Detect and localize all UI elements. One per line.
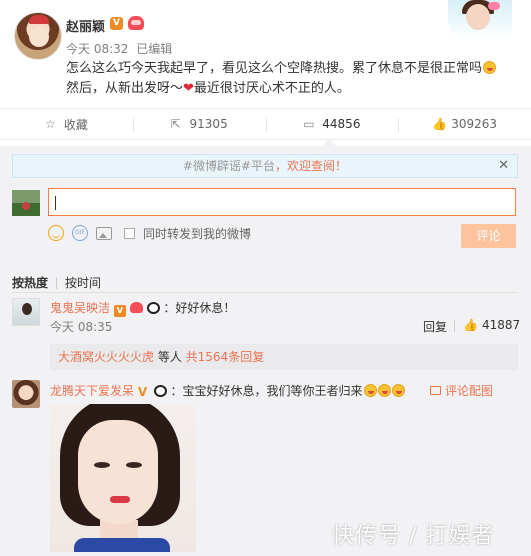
comment-2-image-link[interactable]: 评论配图 [430,382,493,399]
post-content: 怎么这么巧今天我起早了，看见这么个空降热搜。累了休息不是很正常吗 然后，从新出发… [66,59,518,99]
text-cursor [55,195,56,210]
also-repost-label[interactable]: 同时转发到我的微博 [143,225,251,242]
photo-face [78,420,158,524]
comment-sort-tabs: 按热度 按时间 [12,274,101,291]
sort-by-time[interactable]: 按时间 [65,274,101,291]
current-user-avatar[interactable] [12,190,40,216]
comment-input[interactable] [48,188,516,216]
heart-icon: ❤ [183,81,194,96]
weibo-post: 赵丽颖 V 今天 08:32 已编辑 怎么这么巧今天我起早了，看见这么个空降热搜… [0,0,531,108]
edited-label[interactable]: 已编辑 [136,42,172,56]
kiss-emoji-icon [377,384,391,397]
avatar-face [29,27,49,47]
comment-2-image-label: 评论配图 [445,384,494,398]
post-meta: 今天 08:32 已编辑 [66,40,172,57]
composer-toolbar: GIF 同时转发到我的微博 [48,224,251,242]
repost-button[interactable]: ⇱ 91305 [132,109,266,139]
favorite-label: 收藏 [63,117,88,132]
picture-icon [430,386,441,395]
kiss-emoji-icon [363,384,377,397]
kiss-emoji-icon [391,384,405,397]
sort-divider [56,276,58,289]
sub-reply-author[interactable]: 大酒窝火火火火虎 [58,350,154,364]
photo-collar [74,538,170,552]
member-crown-icon [128,16,144,30]
corner-decoration-avatar [448,0,512,40]
photo-eye [94,462,110,468]
comment-tab-caret [322,139,336,146]
comment-1-like-count: 41887 [481,318,521,332]
submit-comment-button[interactable]: 评论 [461,224,516,248]
commenter-avatar-1[interactable] [12,298,40,326]
post-text-line1: 怎么这么巧今天我起早了，看见这么个空降热搜。累了休息不是很正常吗 [66,61,483,76]
comment-2-text: ：宝宝好好休息，我们等你王者归来 [170,384,363,398]
author-avatar[interactable] [14,12,62,60]
panda-badge-icon [153,385,167,397]
repost-icon: ⇱ [170,117,181,131]
gif-icon[interactable]: GIF [72,225,88,241]
verified-icon: V [110,17,123,30]
also-repost-checkbox[interactable] [124,227,135,239]
comment-1-time: 今天 08:35 [50,320,113,334]
comment-1-reply-button[interactable]: 回复 [423,318,447,335]
corner-avatar-bow [488,2,500,10]
comment-icon: ▭ [303,117,315,131]
verified-icon: V [137,385,148,399]
watermark: 快传号 / 打娱者 [332,524,495,549]
tired-emoji-icon [483,61,497,74]
sub-reply-count[interactable]: 共1564条回复 [186,350,265,364]
sub-replies-summary[interactable]: 大酒窝火火火火虎 等人 共1564条回复 [50,344,518,370]
comment-section: #微博辟谣#平台，欢迎查阅！ ✕ GIF 同时转发到我的微博 评论 按热度 按时… [0,146,531,556]
post-text-line2a: 然后，从新出发呀～ [66,81,184,96]
comment-button[interactable]: ▭ 44856 [265,109,399,139]
repost-count: 91305 [189,117,228,131]
sort-divider-line [12,292,518,293]
comment-count: 44856 [322,117,361,131]
avatar-hat [29,15,49,24]
photo-lips [110,496,130,503]
member-crown-icon [129,302,143,313]
notice-tag[interactable]: #微博辟谣#平台 [183,159,275,173]
like-button[interactable]: 👍 309263 [398,109,531,139]
close-icon[interactable]: ✕ [498,155,509,177]
post-time[interactable]: 今天 08:32 [66,42,128,56]
thumbs-up-icon: 👍 [432,117,448,131]
comment-1-text: ：好好休息！ [163,301,236,315]
author-name[interactable]: 赵丽颖 [66,16,105,35]
comment-attached-photo[interactable] [50,404,196,552]
comment-1-author: 鬼鬼吴映洁 V ：好好休息！ [50,299,235,317]
notice-text: ，欢迎查阅！ [275,159,348,173]
rumor-notice-banner: #微博辟谣#平台，欢迎查阅！ ✕ [12,154,518,178]
favorite-button[interactable]: ☆ 收藏 [0,109,133,139]
sort-by-hot[interactable]: 按热度 [12,274,48,291]
post-text-line2b: 最近很讨厌心术不正的人。 [193,81,350,96]
post-action-bar: ☆ 收藏 ⇱ 91305 ▭ 44856 👍 309263 [0,108,531,140]
comment-1-action-divider [454,320,455,332]
star-icon: ☆ [44,117,56,131]
panda-badge-icon [146,302,160,314]
comment-2-author: 龙腾天下爱发呆 V ：宝宝好好休息，我们等你王者归来 [50,382,405,399]
thumbs-up-icon: 👍 [463,318,478,332]
comment-1-author-name[interactable]: 鬼鬼吴映洁 [50,301,110,315]
photo-eye [126,462,142,468]
sub-reply-etc: 等人 [154,350,186,364]
corner-avatar-face [466,4,490,30]
emoji-icon[interactable] [48,225,64,241]
commenter-avatar-2[interactable] [12,380,40,408]
like-count: 309263 [451,117,498,131]
verified-icon: V [113,305,126,317]
comment-2-author-name[interactable]: 龙腾天下爱发呆 [50,384,134,398]
comment-1-like-button[interactable]: 👍 41887 [463,318,520,332]
image-upload-icon[interactable] [96,226,112,240]
